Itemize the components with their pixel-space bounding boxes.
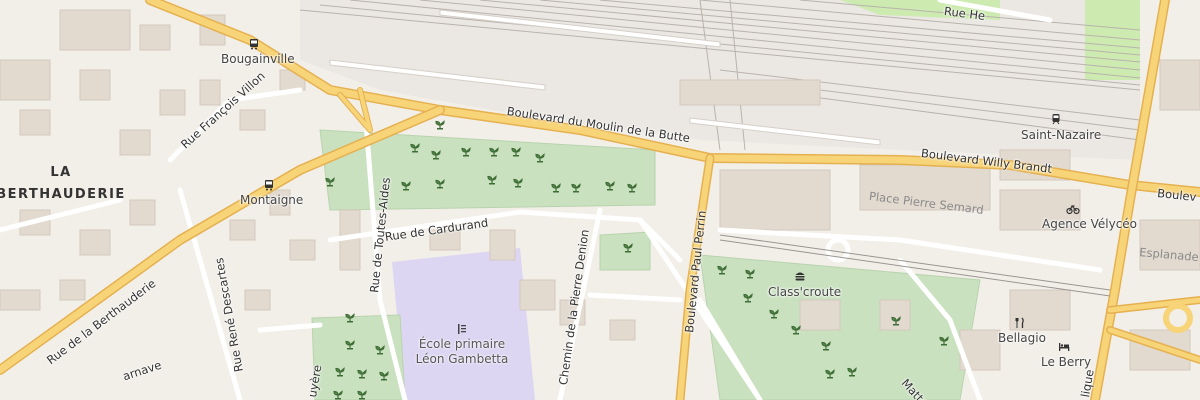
school-label[interactable]: École primaire Léon Gambetta [412,337,512,367]
place-saint-nazaire[interactable]: Saint-Nazaire [1021,128,1101,142]
place-bougainville[interactable]: Bougainville [221,52,295,66]
place-le-berry[interactable]: Le Berry [1041,355,1091,369]
district-label: LA BERTHAUDERIE [0,162,127,206]
map-canvas[interactable]: LA BERTHAUDERIE Bougainville Montaigne S… [0,0,1200,400]
district-label-line2: BERTHAUDERIE [0,187,126,202]
school-label-line1: École primaire [418,337,506,351]
place-class-croute[interactable]: Class'croute [768,285,841,299]
place-bellagio[interactable]: Bellagio [998,331,1046,345]
roundabout [1163,303,1193,333]
place-agence-velyceo[interactable]: Agence Vélycéo [1042,217,1137,231]
place-montaigne[interactable]: Montaigne [240,193,303,207]
park-area [1085,0,1140,80]
district-label-line1: LA [50,165,72,180]
school-label-line2: Léon Gambetta [415,352,509,366]
